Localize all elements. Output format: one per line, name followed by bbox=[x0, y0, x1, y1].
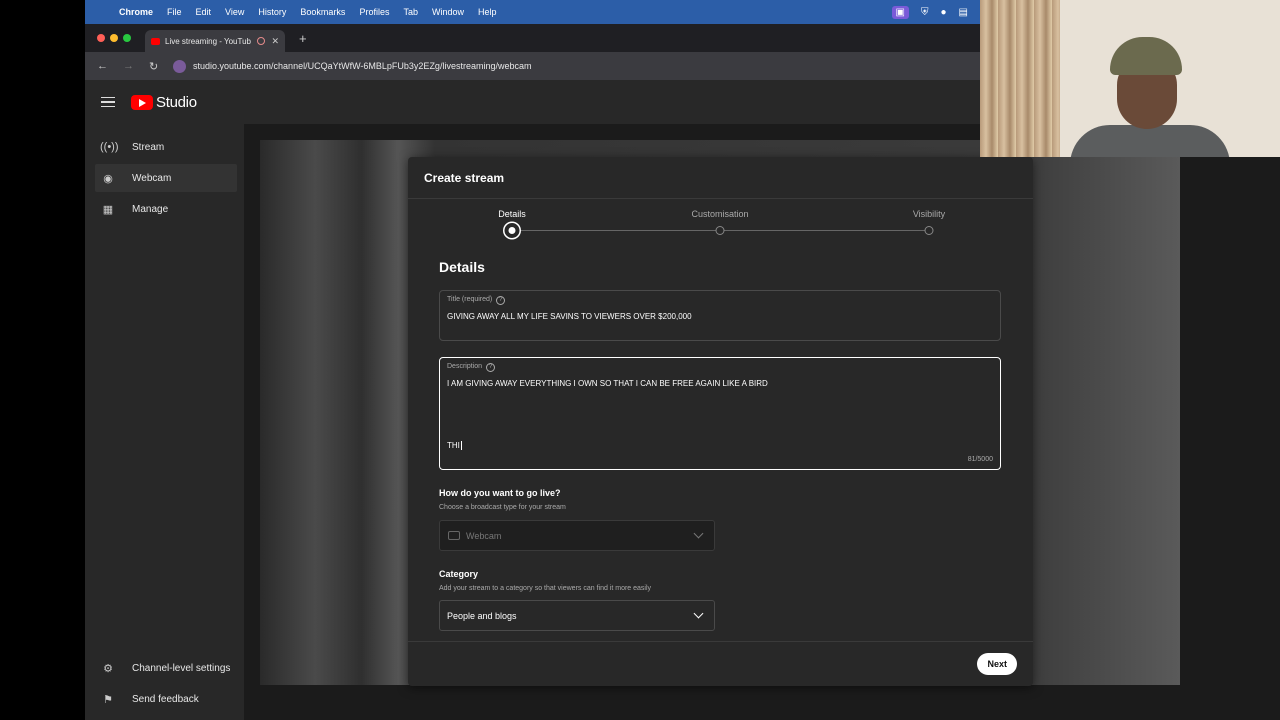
sidebar-item-webcam[interactable]: ◉ Webcam bbox=[95, 164, 237, 192]
screen-record-icon[interactable]: ▣ bbox=[891, 5, 909, 19]
back-arrow-icon[interactable]: ← bbox=[97, 60, 111, 72]
next-button[interactable]: Next bbox=[977, 653, 1017, 675]
curtain-background bbox=[980, 0, 1060, 157]
presenter-torso bbox=[1070, 125, 1230, 157]
forward-arrow-icon[interactable]: → bbox=[123, 60, 137, 72]
browser-toolbar: ← → ↻ studio.youtube.com/channel/UCQaYtW… bbox=[85, 52, 980, 80]
chevron-down-icon bbox=[693, 608, 704, 619]
character-counter: 81/5000 bbox=[967, 456, 993, 463]
screen: Chrome File Edit View History Bookmarks … bbox=[0, 0, 1280, 720]
presenter bbox=[1050, 35, 1250, 157]
description-line-2: THI bbox=[447, 441, 462, 451]
broadcast-icon: ((•)) bbox=[100, 141, 119, 153]
divider bbox=[408, 641, 1033, 642]
url-text: studio.youtube.com/channel/UCQaYtWfW-6MB… bbox=[193, 61, 532, 71]
category-value: People and blogs bbox=[447, 610, 517, 621]
youtube-logo-icon bbox=[131, 94, 153, 110]
studio-logo[interactable]: Studio bbox=[131, 94, 197, 111]
sidebar-item-label: Stream bbox=[132, 141, 165, 153]
menu-window[interactable]: Window bbox=[432, 7, 464, 17]
broadcast-type-select[interactable]: Webcam bbox=[439, 520, 715, 551]
menu-view[interactable]: View bbox=[225, 7, 244, 17]
new-tab-button[interactable]: + bbox=[299, 31, 307, 46]
sidebar-item-label: Manage bbox=[132, 203, 169, 215]
sidebar-item-label: Webcam bbox=[132, 172, 172, 184]
step-details-label[interactable]: Details bbox=[498, 209, 526, 219]
sidebar: ((•)) Stream ◉ Webcam ▦ Manage ⚙ Channel… bbox=[85, 124, 244, 720]
menu-help[interactable]: Help bbox=[478, 7, 497, 17]
address-bar[interactable]: studio.youtube.com/channel/UCQaYtWfW-6MB… bbox=[173, 56, 980, 76]
sidebar-item-manage[interactable]: ▦ Manage bbox=[95, 195, 237, 223]
recording-indicator-icon bbox=[257, 37, 266, 45]
step-customisation-dot[interactable] bbox=[715, 226, 725, 235]
text-caret bbox=[460, 441, 462, 451]
step-visibility-dot[interactable] bbox=[924, 226, 934, 235]
description-field-label: Description? bbox=[447, 363, 496, 372]
menu-profiles[interactable]: Profiles bbox=[359, 7, 389, 17]
menu-bookmarks[interactable]: Bookmarks bbox=[300, 7, 345, 17]
browser-tab[interactable]: Live streaming - YouTube ✕ bbox=[145, 30, 285, 52]
step-details-dot[interactable] bbox=[504, 223, 520, 238]
divider bbox=[408, 198, 1033, 199]
studio-logo-text: Studio bbox=[156, 93, 197, 111]
title-field-value: GIVING AWAY ALL MY LIFE SAVINS TO VIEWER… bbox=[447, 312, 692, 321]
help-icon[interactable]: ? bbox=[496, 296, 506, 305]
category-subtext: Add your stream to a category so that vi… bbox=[439, 585, 652, 592]
tab-close-icon[interactable]: ✕ bbox=[271, 36, 279, 47]
tab-strip: Live streaming - YouTube ✕ + bbox=[85, 24, 980, 52]
menu-extra-icon[interactable]: ▤ bbox=[959, 7, 968, 18]
details-heading: Details bbox=[439, 259, 485, 275]
site-info-icon[interactable] bbox=[173, 59, 186, 73]
menu-app-name[interactable]: Chrome bbox=[119, 7, 153, 17]
description-line-1: I AM GIVING AWAY EVERYTHING I OWN SO THA… bbox=[447, 379, 768, 388]
shield-icon[interactable]: ⛨ bbox=[921, 7, 929, 18]
category-heading: Category bbox=[439, 569, 479, 579]
title-field-label-text: Title (required) bbox=[447, 296, 493, 303]
title-field-label: Title (required)? bbox=[447, 296, 506, 305]
broadcast-type-value: Webcam bbox=[466, 530, 502, 541]
window-zoom-button[interactable] bbox=[123, 34, 131, 42]
menubar-tray: ▣ ⛨ ● ▤ bbox=[891, 0, 980, 24]
description-field[interactable]: Description? I AM GIVING AWAY EVERYTHING… bbox=[439, 357, 1001, 470]
camera-icon: ◉ bbox=[103, 172, 113, 185]
reload-icon[interactable]: ↻ bbox=[149, 60, 163, 73]
webcam-overlay-video bbox=[980, 0, 1280, 157]
calendar-icon: ▦ bbox=[102, 203, 114, 216]
create-stream-dialog: Create stream Details Customisation Visi… bbox=[408, 157, 1033, 686]
status-icon[interactable]: ● bbox=[941, 7, 947, 18]
description-line-2-text: THI bbox=[447, 441, 460, 450]
step-customisation-label[interactable]: Customisation bbox=[691, 209, 748, 219]
sidebar-item-label: Channel-level settings bbox=[132, 662, 231, 674]
category-select[interactable]: People and blogs bbox=[439, 600, 715, 631]
tab-title: Live streaming - YouTube bbox=[165, 36, 252, 46]
gear-icon: ⚙ bbox=[103, 662, 113, 675]
camera-icon bbox=[448, 531, 460, 540]
help-icon[interactable]: ? bbox=[486, 363, 496, 372]
chevron-down-icon bbox=[693, 528, 704, 539]
menu-file[interactable]: File bbox=[167, 7, 182, 17]
go-live-heading: How do you want to go live? bbox=[439, 488, 561, 498]
feedback-icon: ⚑ bbox=[103, 693, 113, 706]
sidebar-item-stream[interactable]: ((•)) Stream bbox=[95, 133, 237, 161]
step-visibility-label[interactable]: Visibility bbox=[913, 209, 945, 219]
menu-edit[interactable]: Edit bbox=[196, 7, 212, 17]
youtube-favicon-icon bbox=[151, 37, 160, 45]
presenter-cap bbox=[1110, 37, 1182, 75]
dialog-title: Create stream bbox=[424, 171, 505, 185]
menu-tab[interactable]: Tab bbox=[403, 7, 418, 17]
window-minimize-button[interactable] bbox=[110, 34, 118, 42]
description-field-label-text: Description bbox=[447, 363, 483, 370]
window-close-button[interactable] bbox=[97, 34, 105, 42]
hamburger-menu-icon[interactable] bbox=[101, 96, 115, 108]
sidebar-item-send-feedback[interactable]: ⚑ Send feedback bbox=[95, 685, 237, 713]
sidebar-item-label: Send feedback bbox=[132, 693, 199, 705]
go-live-subtext: Choose a broadcast type for your stream bbox=[439, 504, 566, 511]
title-field[interactable]: Title (required)? GIVING AWAY ALL MY LIF… bbox=[439, 290, 1001, 341]
macos-menubar: Chrome File Edit View History Bookmarks … bbox=[85, 0, 980, 24]
menu-history[interactable]: History bbox=[258, 7, 286, 17]
sidebar-item-channel-settings[interactable]: ⚙ Channel-level settings bbox=[95, 654, 237, 682]
